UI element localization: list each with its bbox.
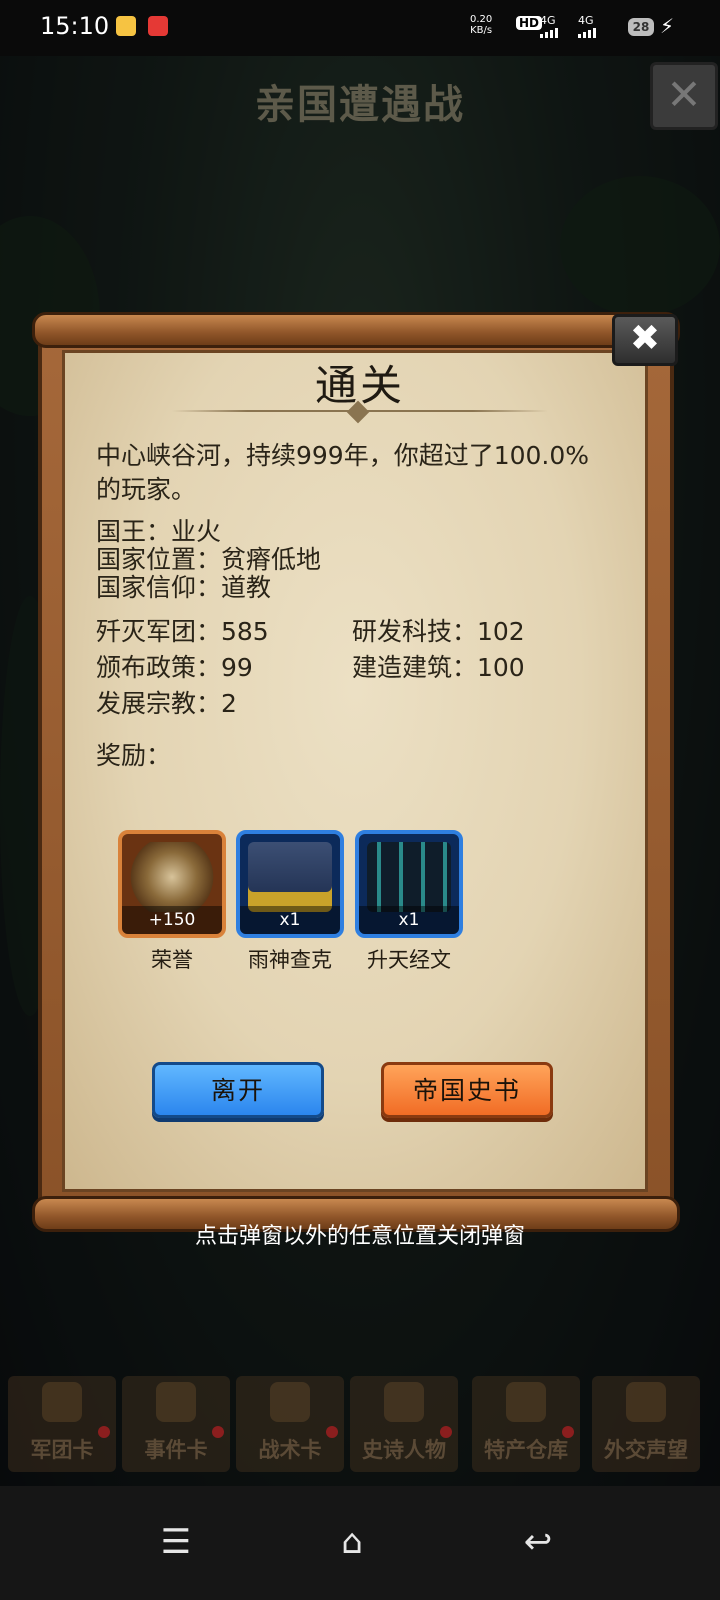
scroll-roll-top (32, 312, 680, 348)
nav-item-label: 战术卡 (258, 1438, 322, 1462)
chest-icon (506, 1382, 546, 1422)
reward-name: 升天经文 (367, 948, 451, 972)
summary-line-2: 的玩家。 (96, 475, 197, 504)
notification-dot (440, 1426, 452, 1438)
faith-info: 国家信仰：道教 (96, 573, 272, 602)
nav-item-label: 史诗人物 (362, 1438, 446, 1462)
reward-item-rain-god-chaac[interactable]: x1 雨神查克 (236, 830, 344, 974)
menu-icon[interactable]: ☰ (146, 1512, 206, 1572)
system-nav-bar: ☰ ⌂ ↩ (0, 1486, 720, 1600)
signal-icon: 4G (540, 14, 558, 38)
stat-destroyed-legions: 歼灭军团：585 (96, 617, 269, 646)
home-icon[interactable]: ⌂ (322, 1512, 382, 1572)
nav-item-diplomacy[interactable]: 外交声望 (592, 1376, 700, 1472)
nav-item-label: 外交声望 (604, 1438, 688, 1462)
reward-box: x1 (355, 830, 463, 938)
envelope-icon (626, 1382, 666, 1422)
notification-app-icon (148, 16, 168, 36)
nav-item-tactic-cards[interactable]: 战术卡 (236, 1376, 344, 1472)
crown-icon (384, 1382, 424, 1422)
reward-quantity: x1 (359, 906, 459, 934)
reward-item-honor[interactable]: +150 荣誉 (118, 830, 226, 974)
ascension-scripture-icon (367, 842, 451, 912)
empire-history-button[interactable]: 帝国史书 (381, 1062, 553, 1118)
rewards-label: 奖励： (96, 741, 172, 770)
reward-item-ascension-scripture[interactable]: x1 升天经文 (355, 830, 463, 974)
summary-line-1: 中心峡谷河，持续999年，你超过了100.0% (96, 441, 590, 470)
crossed-swords-icon (270, 1382, 310, 1422)
helmet-icon (42, 1382, 82, 1422)
honor-emblem-icon (130, 842, 214, 912)
notification-dot (326, 1426, 338, 1438)
reward-name: 荣誉 (151, 948, 193, 972)
back-icon[interactable]: ↩ (508, 1512, 568, 1572)
notification-dot (212, 1426, 224, 1438)
signal-icon: 4G (578, 14, 596, 38)
reward-box: x1 (236, 830, 344, 938)
network-type-label: 4G (578, 14, 594, 27)
net-speed-unit: KB/s (470, 25, 493, 36)
battery-icon: 28 (628, 18, 654, 36)
hd-icon: HD (516, 16, 543, 30)
nav-item-specialty-warehouse[interactable]: 特产仓库 (472, 1376, 580, 1472)
nav-item-label: 特产仓库 (484, 1438, 568, 1462)
reward-quantity: +150 (122, 906, 222, 934)
dismiss-hint: 点击弹窗以外的任意位置关闭弹窗 (194, 1224, 525, 1249)
notification-dot (562, 1426, 574, 1438)
stat-religions: 发展宗教：2 (96, 689, 237, 718)
nav-item-label: 军团卡 (30, 1438, 94, 1462)
bolt-icon: ⚡ (660, 14, 675, 38)
reward-name: 雨神查克 (248, 948, 332, 972)
rain-god-chaac-icon (248, 842, 332, 912)
net-speed: 0.20 KB/s (470, 14, 492, 36)
stat-researched-tech: 研发科技：102 (352, 617, 525, 646)
stat-buildings: 建造建筑：100 (352, 653, 525, 682)
status-bar: 15:10 0.20 KB/s HD 4G 4G 28 ⚡ (0, 0, 720, 56)
nav-item-label: 事件卡 (144, 1438, 208, 1462)
close-icon[interactable]: ✕ (650, 62, 718, 130)
network-type-label: 4G (540, 14, 556, 27)
scroll-icon (156, 1382, 196, 1422)
notification-app-icon (116, 16, 136, 36)
status-time: 15:10 (40, 12, 110, 40)
nav-item-event-cards[interactable]: 事件卡 (122, 1376, 230, 1472)
reward-quantity: x1 (240, 906, 340, 934)
leave-button[interactable]: 离开 (152, 1062, 324, 1118)
net-speed-value: 0.20 (470, 14, 493, 25)
game-bottom-nav: 军团卡 事件卡 战术卡 史诗人物 特产仓库 外交声望 (0, 1376, 720, 1476)
nav-item-epic-heroes[interactable]: 史诗人物 (350, 1376, 458, 1472)
game-page-title: 亲国遭遇战 (255, 82, 465, 128)
notification-dot (98, 1426, 110, 1438)
reward-box: +150 (118, 830, 226, 938)
nav-item-legion-cards[interactable]: 军团卡 (8, 1376, 116, 1472)
stat-policies: 颁布政策：99 (96, 653, 253, 682)
